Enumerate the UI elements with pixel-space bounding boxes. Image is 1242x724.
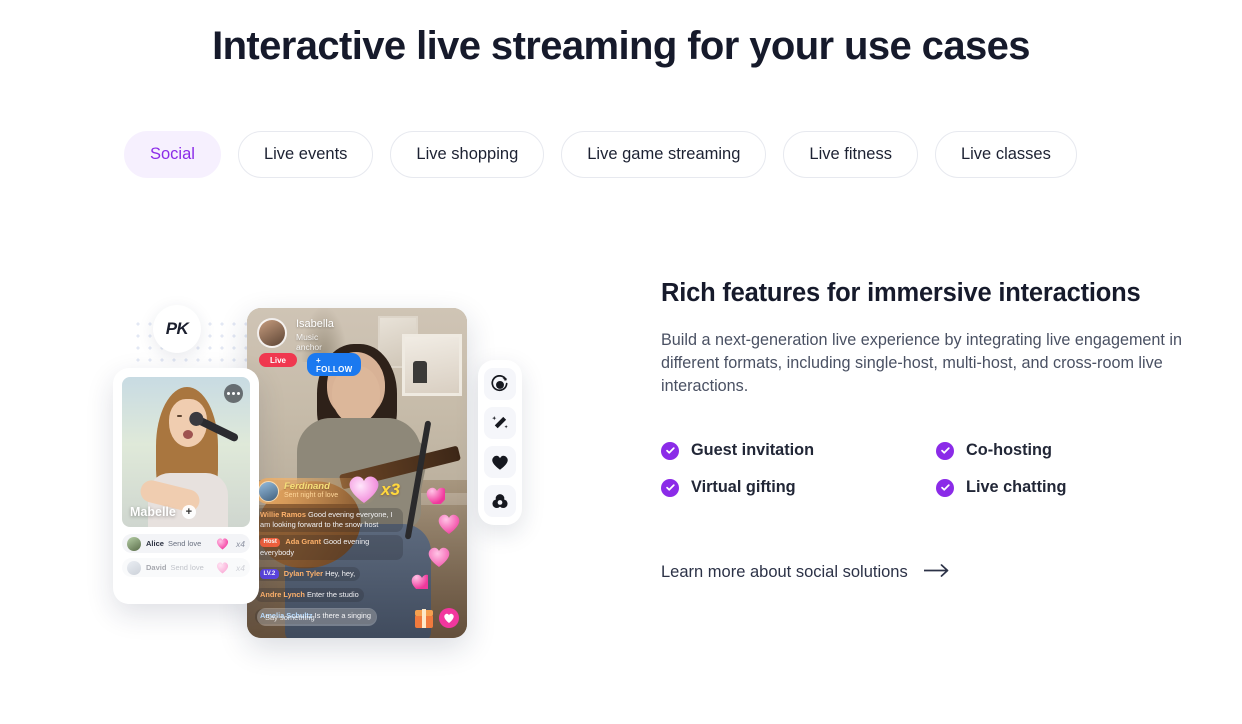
- gift-sender-name: Ferdinand: [284, 481, 330, 493]
- feature-item-guest-invitation: Guest invitation: [661, 441, 936, 460]
- check-circle-icon: [936, 478, 954, 497]
- feature-label: Live chatting: [966, 478, 1067, 496]
- feature-item-live-chatting: Live chatting: [936, 478, 1221, 497]
- chat-message: Willie Ramos Good evening everyone, I am…: [255, 508, 405, 535]
- heart-icon: [216, 538, 229, 550]
- feature-list: Guest invitation Co-hosting Virtual gift…: [661, 441, 1221, 497]
- avatar: [127, 536, 141, 551]
- chat-message: LV.2 Dylan Tyler Hey, hey,: [255, 563, 405, 584]
- host-name: Isabella: [296, 318, 334, 330]
- chat-message: Andre Lynch Enter the studio: [255, 584, 405, 605]
- content-heading: Rich features for immersive interactions: [661, 279, 1141, 307]
- gift-user-name: David: [146, 563, 167, 572]
- page-root: Interactive live streaming for your use …: [0, 0, 1242, 724]
- chat-text: Hey, hey,: [325, 568, 356, 578]
- tab-live-events[interactable]: Live events: [237, 131, 374, 178]
- chat-text: Enter the studio: [306, 590, 359, 600]
- check-circle-icon: [661, 441, 679, 460]
- arrow-right-icon: [922, 563, 950, 582]
- color-filter-icon[interactable]: [484, 485, 516, 517]
- follow-button[interactable]: + FOLLOW: [307, 353, 362, 376]
- feature-label: Virtual gifting: [691, 478, 796, 496]
- chat-user-name: Andre Lynch: [260, 590, 305, 600]
- page-title: Interactive live streaming for your use …: [212, 24, 1030, 68]
- tab-label: Live fitness: [809, 145, 892, 163]
- tab-label: Live game streaming: [587, 145, 741, 163]
- check-circle-icon: [936, 441, 954, 460]
- learn-more-label: Learn more about social solutions: [661, 563, 908, 581]
- stream-tool-rail: [478, 360, 522, 525]
- tab-live-game-streaming[interactable]: Live game streaming: [561, 131, 767, 178]
- gift-multiplier: x3: [381, 480, 400, 499]
- avatar: [127, 560, 141, 575]
- learn-more-link[interactable]: Learn more about social solutions: [661, 563, 950, 582]
- beauty-filter-icon[interactable]: [484, 368, 516, 400]
- feature-item-co-hosting: Co-hosting: [936, 441, 1221, 460]
- guest-video: Mabelle +: [122, 377, 250, 527]
- chat-input-placeholder: Say something: [265, 612, 315, 622]
- gift-icon[interactable]: [415, 608, 433, 628]
- chat-message: Host Ada Grant Good evening everybody: [255, 535, 405, 562]
- gift-count: x4: [236, 538, 245, 549]
- main-stream-phone: Isabella Music anchor Live + FOLLOW Ferd…: [247, 308, 467, 638]
- plus-icon[interactable]: +: [181, 505, 196, 519]
- live-stream-illustration: PK Isabella Music anchor Live + FOLLOW F…: [110, 298, 540, 646]
- guest-card: Mabelle + Alice Send love x4 David Send …: [113, 368, 259, 604]
- gift-count: x4: [236, 562, 245, 573]
- gift-user-name: Alice: [146, 539, 164, 548]
- live-badge: Live: [259, 353, 298, 367]
- guest-name-bar: Mabelle +: [130, 505, 196, 519]
- tab-live-classes[interactable]: Live classes: [934, 131, 1077, 178]
- guest-name: Mabelle: [130, 505, 176, 519]
- tab-label: Live shopping: [416, 145, 519, 163]
- chat-input[interactable]: Say something: [257, 608, 377, 626]
- gift-row: David Send love x4: [122, 558, 250, 577]
- tab-label: Live events: [263, 145, 348, 163]
- gift-sender-avatar: [258, 480, 279, 502]
- gift-action-text: Sent night of love: [284, 492, 339, 500]
- chat-user-name: Willie Ramos: [260, 510, 306, 519]
- heart-icon[interactable]: [484, 446, 516, 478]
- heart-icon: [216, 562, 229, 574]
- heart-icon[interactable]: [439, 608, 459, 628]
- tab-live-fitness[interactable]: Live fitness: [783, 131, 918, 178]
- gift-row: Alice Send love x4: [122, 534, 250, 553]
- gift-action: Send love: [170, 563, 204, 572]
- gift-action: Send love: [167, 539, 202, 548]
- more-options-icon[interactable]: [224, 384, 243, 403]
- tab-live-shopping[interactable]: Live shopping: [390, 131, 545, 178]
- use-case-tabs: Social Live events Live shopping Live ga…: [124, 131, 1077, 178]
- pk-badge: PK: [153, 305, 201, 353]
- feature-item-virtual-gifting: Virtual gifting: [661, 478, 936, 497]
- chat-user-name: Dylan Tyler: [283, 568, 324, 578]
- level-badge: LV.2: [260, 569, 279, 579]
- check-circle-icon: [661, 478, 679, 497]
- tab-social[interactable]: Social: [124, 131, 221, 178]
- host-role: Music anchor: [296, 332, 322, 352]
- feature-content-panel: Rich features for immersive interactions…: [661, 279, 1221, 582]
- chat-user-name: Ada Grant: [285, 537, 322, 547]
- host-avatar: [257, 318, 287, 348]
- pk-badge-label: PK: [165, 319, 189, 338]
- tab-label: Social: [150, 145, 195, 163]
- content-description: Build a next-generation live experience …: [661, 331, 1183, 395]
- tab-label: Live classes: [960, 145, 1051, 163]
- magic-wand-icon[interactable]: [484, 407, 516, 439]
- host-badge: Host: [260, 537, 281, 548]
- feature-label: Co-hosting: [966, 441, 1052, 459]
- feature-label: Guest invitation: [691, 441, 815, 459]
